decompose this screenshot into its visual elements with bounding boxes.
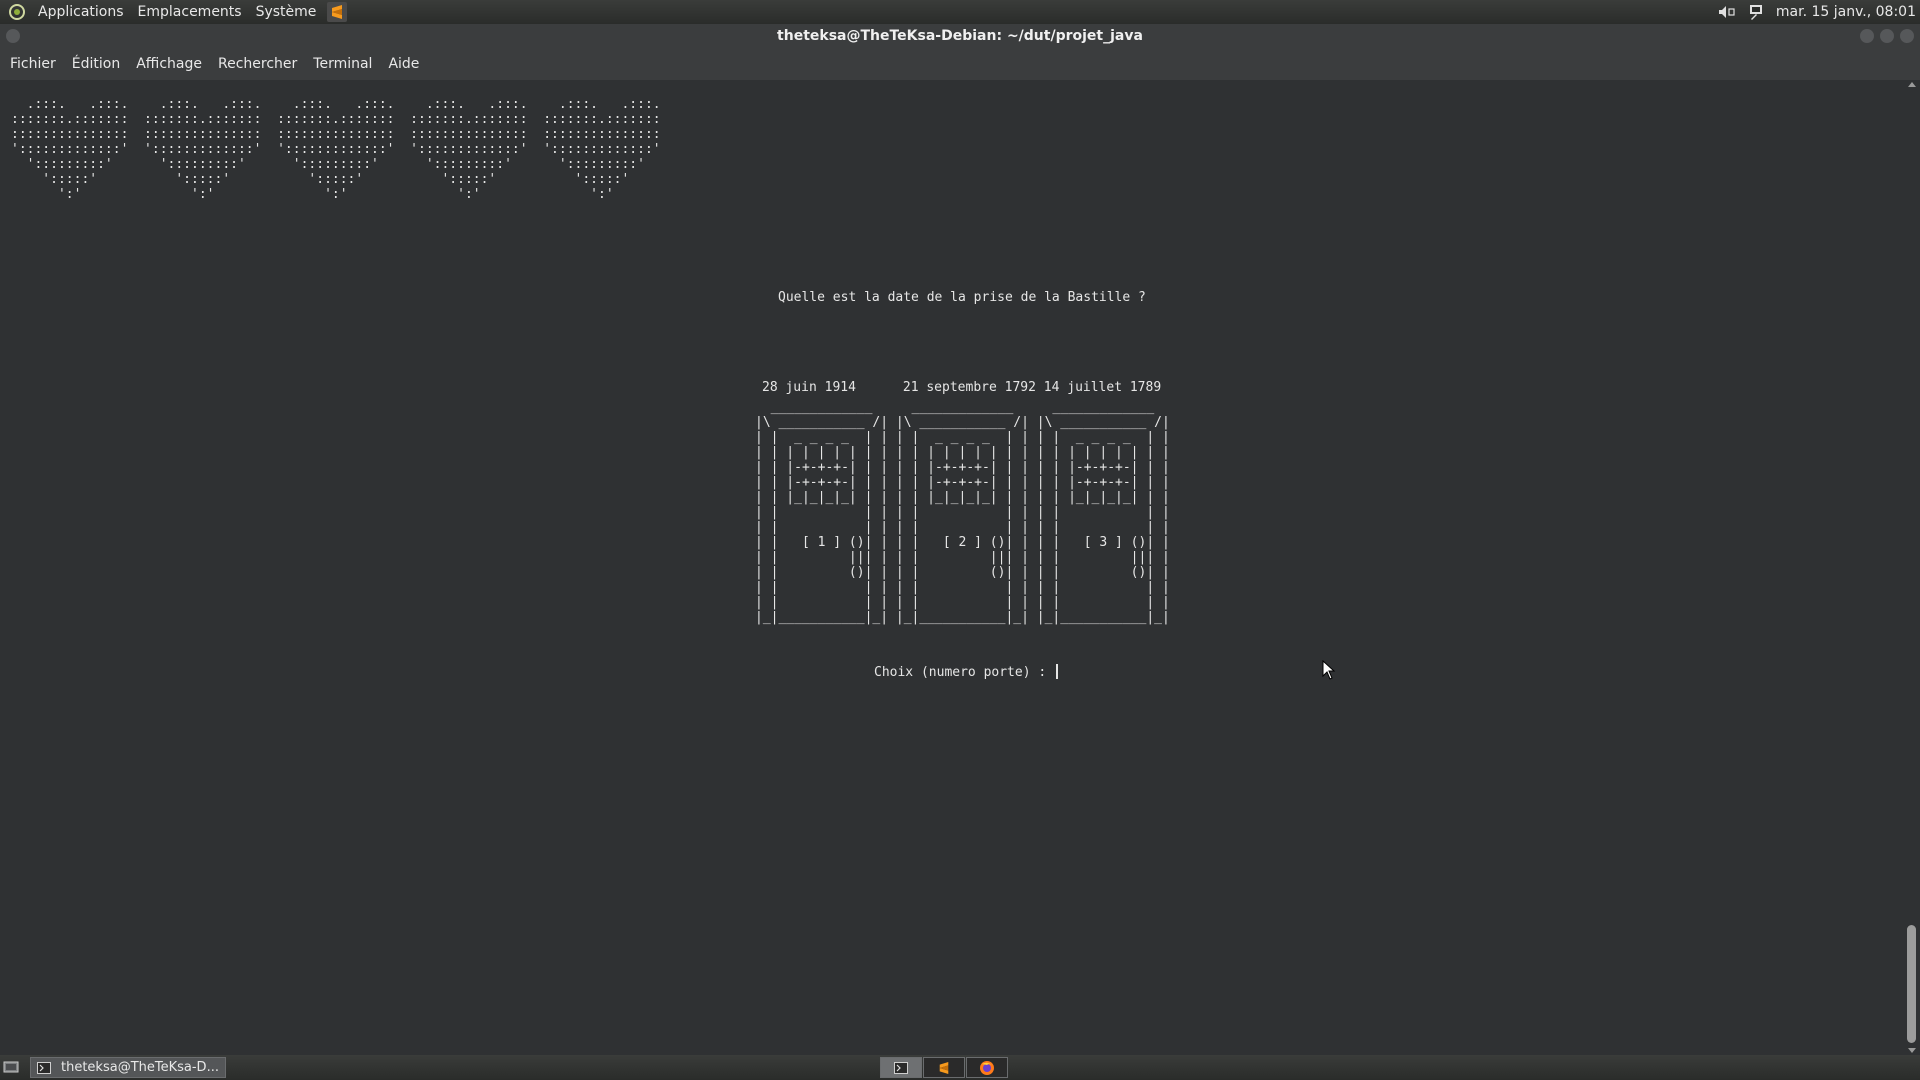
taskbar-terminal-window[interactable]: theteksa@TheTeKsa-D... (30, 1057, 226, 1078)
volume-icon[interactable] (1716, 2, 1738, 22)
network-icon[interactable] (1746, 2, 1768, 22)
menu-edition[interactable]: Édition (64, 48, 128, 80)
scroll-up-arrow-icon[interactable] (1908, 82, 1916, 87)
debian-logo-icon[interactable] (7, 2, 27, 22)
text-cursor (1056, 664, 1059, 679)
workspace-switcher (880, 1057, 1008, 1078)
terminal-icon (894, 1061, 908, 1074)
doors-ascii-art: _____________ _____________ ____________… (755, 400, 1170, 625)
mouse-pointer-icon (1322, 660, 1336, 680)
window-menu-button[interactable] (6, 29, 20, 43)
window-controls (1860, 29, 1914, 43)
prompt-text: Choix (numero porte) : (874, 665, 1055, 680)
workspace-3[interactable] (966, 1057, 1008, 1078)
menu-rechercher[interactable]: Rechercher (210, 48, 305, 80)
window-titlebar[interactable]: theteksa@TheTeKsa-Debian: ~/dut/projet_j… (0, 24, 1920, 48)
taskbar-window-label: theteksa@TheTeKsa-D... (61, 1060, 219, 1075)
sublime-text-icon (939, 1061, 949, 1074)
system-menu[interactable]: Système (249, 0, 324, 24)
workspace-2[interactable] (923, 1057, 965, 1078)
menu-aide[interactable]: Aide (380, 48, 427, 80)
window-title: theteksa@TheTeKsa-Debian: ~/dut/projet_j… (777, 28, 1143, 44)
terminal-output[interactable]: .:::. .:::. .:::. .:::. .:::. .:::. .:::… (0, 80, 1904, 1055)
show-desktop-icon[interactable] (2, 1059, 20, 1075)
menu-fichier[interactable]: Fichier (2, 48, 64, 80)
firefox-icon (980, 1060, 994, 1075)
maximize-button[interactable] (1880, 29, 1894, 43)
applications-menu[interactable]: Applications (31, 0, 131, 24)
top-panel: Applications Emplacements Système mar. 1… (0, 0, 1920, 24)
terminal-icon (37, 1061, 53, 1075)
bottom-panel: theteksa@TheTeKsa-D... (0, 1055, 1920, 1080)
answers-line: 28 juin 1914 21 septembre 1792 14 juille… (762, 380, 1162, 395)
question-text: Quelle est la date de la prise de la Bas… (778, 290, 1146, 305)
hearts-ascii-art: .:::. .:::. .:::. .:::. .:::. .:::. .:::… (11, 97, 661, 202)
scroll-down-arrow-icon[interactable] (1908, 1048, 1916, 1053)
minimize-button[interactable] (1860, 29, 1874, 43)
panel-left: Applications Emplacements Système (0, 0, 348, 24)
panel-right: mar. 15 janv., 08:01 (1712, 0, 1920, 24)
close-button[interactable] (1900, 29, 1914, 43)
terminal-scrollbar[interactable] (1904, 80, 1920, 1055)
choice-prompt[interactable]: Choix (numero porte) : (874, 664, 1059, 680)
workspace-1[interactable] (880, 1057, 922, 1078)
menu-terminal[interactable]: Terminal (305, 48, 380, 80)
places-menu[interactable]: Emplacements (131, 0, 249, 24)
terminal-menubar: Fichier Édition Affichage Rechercher Ter… (0, 48, 1920, 80)
menu-affichage[interactable]: Affichage (128, 48, 210, 80)
sublime-text-icon[interactable] (327, 2, 348, 22)
scroll-thumb[interactable] (1907, 925, 1916, 1043)
clock[interactable]: mar. 15 janv., 08:01 (1772, 4, 1920, 20)
